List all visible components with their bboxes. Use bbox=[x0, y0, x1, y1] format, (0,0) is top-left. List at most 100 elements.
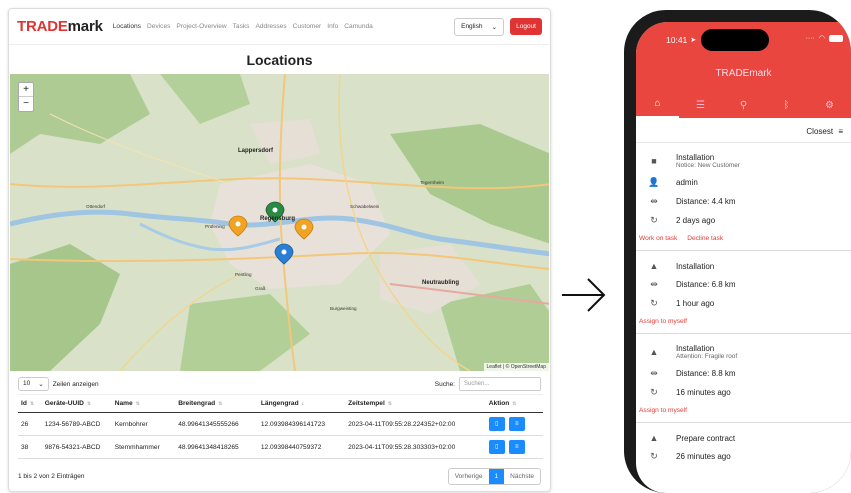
language-select[interactable]: English ⌄ bbox=[454, 17, 505, 36]
task-card[interactable]: ▲ Prepare contract ↻ 26 minutes ago bbox=[636, 423, 851, 472]
cell-timestamp: 2023-04-11T09:55:28.224352+02:00 bbox=[345, 412, 486, 436]
search-input[interactable]: Suchen... bbox=[459, 377, 541, 391]
cell-timestamp: 2023-04-11T09:55:28.303303+02:00 bbox=[345, 435, 486, 459]
page-1-button[interactable]: 1 bbox=[488, 469, 505, 484]
assign-to-myself-link[interactable]: Assign to myself bbox=[639, 407, 687, 414]
column-latitude[interactable]: Breitengrad ⇅ bbox=[175, 394, 258, 413]
map-label-tegernheim: Tegernheim bbox=[420, 180, 445, 185]
chevron-down-icon: ⌄ bbox=[38, 381, 44, 388]
nav-addresses[interactable]: Addresses bbox=[255, 23, 286, 30]
column-action[interactable]: Aktion ⇅ bbox=[485, 394, 543, 413]
tab-location[interactable]: ⚲ bbox=[722, 100, 765, 111]
brand-part2: mark bbox=[67, 18, 103, 35]
app-title: TRADEmark bbox=[715, 68, 772, 79]
filter-button[interactable]: ≡ bbox=[508, 417, 525, 431]
column-longitude[interactable]: Längengrad ↓ bbox=[257, 394, 346, 413]
cell-latitude: 48.99641345555266 bbox=[175, 412, 258, 436]
task-notice: Notice: New Customer bbox=[676, 162, 740, 169]
phone-frame: 10:41 ➤ ···· ◠ TRADEmark ⌂ ☰ ⚲ ᛒ ⚙ Close… bbox=[624, 10, 851, 493]
nav-links: Locations Devices Project-Overview Tasks… bbox=[113, 23, 373, 30]
warning-icon: ▲ bbox=[649, 261, 659, 271]
page-length-label: Zeilen anzeigen bbox=[52, 380, 99, 388]
zoom-in-button[interactable]: + bbox=[19, 83, 33, 97]
brand-logo[interactable]: TRADEmark bbox=[17, 18, 103, 35]
column-timestamp[interactable]: Zeitstempel ⇅ bbox=[345, 394, 486, 413]
task-time: 16 minutes ago bbox=[676, 388, 731, 397]
nav-customer[interactable]: Customer bbox=[293, 23, 322, 30]
status-time: 10:41 bbox=[666, 35, 688, 45]
task-user-row: 👤 admin bbox=[636, 173, 851, 192]
column-name[interactable]: Name ⇅ bbox=[111, 394, 176, 413]
logout-button[interactable]: Logout bbox=[510, 18, 542, 35]
nav-tasks[interactable]: Tasks bbox=[233, 23, 250, 30]
map-attribution[interactable]: Leaflet | © OpenStreetMap bbox=[483, 363, 549, 371]
task-title: Installation bbox=[676, 153, 715, 162]
view-button[interactable]: ▯ bbox=[488, 440, 505, 454]
sort-control[interactable]: Closest ≡ bbox=[636, 118, 851, 143]
prev-page-button[interactable]: Vorherige bbox=[449, 469, 489, 484]
table-row: 38 9876-54321-ABCD Stemmhammer 48.996413… bbox=[18, 435, 543, 459]
sort-icon: ⇅ bbox=[135, 401, 140, 407]
next-page-button[interactable]: Nächste bbox=[504, 469, 540, 484]
task-card[interactable]: ▲ Installation ⇹ Distance: 6.8 km ↻ 1 ho… bbox=[636, 251, 851, 334]
cell-longitude: 12.09398440759372 bbox=[257, 435, 346, 459]
task-notice: Attention: Fragile roof bbox=[676, 353, 738, 360]
nav-project-overview[interactable]: Project-Overview bbox=[176, 23, 226, 30]
map[interactable]: + − Lappersdorf Regensburg Schwabelweis … bbox=[10, 74, 549, 371]
cell-uuid: 1234-56789-ABCD bbox=[41, 412, 112, 436]
work-on-task-link[interactable]: Work on task bbox=[639, 235, 677, 242]
map-label-pentling: Pentling bbox=[235, 272, 252, 277]
task-user: admin bbox=[676, 178, 698, 187]
chevron-down-icon: ⌄ bbox=[491, 23, 498, 31]
tab-list[interactable]: ☰ bbox=[679, 100, 722, 111]
table-row: 26 1234-56789-ABCD Kernbohrer 48.9964134… bbox=[18, 412, 543, 436]
task-actions: Work on task Decline task bbox=[636, 230, 851, 244]
table-info: 1 bis 2 von 2 Einträgen bbox=[18, 473, 85, 480]
tab-settings[interactable]: ⚙ bbox=[808, 100, 851, 111]
task-actions: Assign to myself bbox=[636, 402, 851, 416]
tab-home[interactable]: ⌂ bbox=[636, 92, 679, 118]
task-title-row: ▲ Prepare contract bbox=[636, 429, 851, 447]
table-controls: 10 ⌄ Zeilen anzeigen Suche: Suchen... bbox=[9, 371, 550, 394]
warning-icon: ▲ bbox=[649, 347, 659, 357]
app-bar: TRADEmark ⌂ ☰ ⚲ ᛒ ⚙ bbox=[636, 58, 851, 118]
page-title: Locations bbox=[246, 52, 313, 68]
user-icon: 👤 bbox=[648, 177, 660, 187]
map-label-neutraubling: Neutraubling bbox=[422, 280, 459, 286]
decline-task-link[interactable]: Decline task bbox=[687, 235, 723, 242]
filter-button[interactable]: ≡ bbox=[508, 440, 525, 454]
arrow-right-icon bbox=[562, 278, 606, 312]
task-card[interactable]: ■ Installation Notice: New Customer 👤 adm… bbox=[636, 143, 851, 251]
tab-bar: ⌂ ☰ ⚲ ᛒ ⚙ bbox=[636, 92, 851, 118]
nav-camunda[interactable]: Camunda bbox=[344, 23, 373, 30]
nav-locations[interactable]: Locations bbox=[113, 23, 141, 30]
map-label-burgweinting: Burgweinting bbox=[330, 306, 357, 311]
sort-icon: ⇅ bbox=[29, 401, 35, 407]
table-footer: 1 bis 2 von 2 Einträgen Vorherige 1 Näch… bbox=[9, 459, 550, 491]
task-time-row: ↻ 26 minutes ago bbox=[636, 447, 851, 466]
sort-desc-icon: ↓ bbox=[301, 401, 305, 407]
tab-bluetooth[interactable]: ᛒ bbox=[765, 100, 808, 111]
zoom-out-button[interactable]: − bbox=[19, 97, 33, 111]
page-length-value: 10 bbox=[23, 380, 31, 387]
brand-part1: TRADE bbox=[17, 18, 68, 35]
task-time: 26 minutes ago bbox=[676, 452, 731, 461]
assign-to-myself-link[interactable]: Assign to myself bbox=[639, 318, 687, 325]
nav-info[interactable]: Info bbox=[327, 23, 338, 30]
map-label-regensburg: Regensburg bbox=[260, 216, 296, 222]
web-app-window: TRADEmark Locations Devices Project-Over… bbox=[8, 8, 551, 492]
task-title-row: ▲ Installation Attention: Fragile roof bbox=[636, 340, 851, 364]
cell-actions: ▯ ≡ bbox=[485, 412, 543, 436]
map-label-ottendorf: Ottendorf bbox=[86, 204, 106, 209]
map-label-schwabelweis: Schwabelweis bbox=[350, 204, 380, 209]
location-pin-icon: ⚲ bbox=[739, 99, 748, 111]
pagination: Vorherige 1 Nächste bbox=[447, 468, 541, 485]
page-length-select[interactable]: 10 ⌄ bbox=[18, 377, 49, 391]
task-card[interactable]: ▲ Installation Attention: Fragile roof ⇹ … bbox=[636, 334, 851, 423]
column-uuid[interactable]: Geräte-UUID ⇅ bbox=[41, 394, 112, 413]
column-id[interactable]: Id ⇅ bbox=[18, 394, 42, 413]
nav-devices[interactable]: Devices bbox=[147, 23, 170, 30]
task-distance: Distance: 4.4 km bbox=[676, 197, 736, 206]
view-button[interactable]: ▯ bbox=[488, 417, 505, 431]
status-bar: 10:41 ➤ ···· ◠ bbox=[636, 22, 851, 58]
